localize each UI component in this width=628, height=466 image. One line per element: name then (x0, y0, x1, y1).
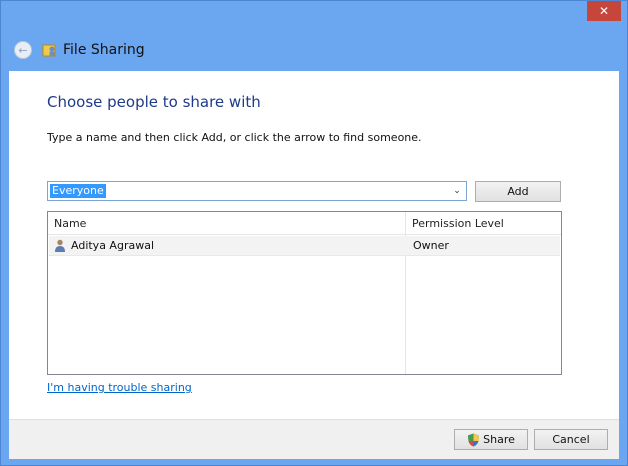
window-title: File Sharing (63, 42, 145, 58)
page-heading: Choose people to share with (47, 93, 261, 111)
combo-value[interactable]: Everyone (50, 184, 106, 198)
row-permission[interactable]: Owner (413, 239, 449, 252)
add-button[interactable]: Add (475, 181, 561, 202)
row-name: Aditya Agrawal (71, 239, 154, 252)
trouble-sharing-link[interactable]: I'm having trouble sharing (47, 381, 192, 394)
share-button[interactable]: Share (454, 429, 528, 450)
main-content: Choose people to share with Type a name … (9, 71, 619, 419)
list-header: Name Permission Level (48, 212, 561, 235)
dialog-footer: Share Cancel (9, 419, 619, 459)
back-button[interactable]: ← (14, 41, 32, 59)
window-header: ← File Sharing (1, 29, 627, 71)
user-icon (54, 239, 66, 252)
close-icon: ✕ (598, 4, 610, 18)
people-list[interactable]: Name Permission Level Aditya Agrawal Own… (47, 211, 562, 375)
file-sharing-icon (42, 42, 58, 58)
people-combobox[interactable]: Everyone ⌄ (47, 181, 467, 201)
column-header-permission[interactable]: Permission Level (412, 217, 504, 230)
uac-shield-icon (467, 433, 480, 447)
share-label: Share (483, 433, 515, 446)
back-arrow-icon: ← (18, 43, 28, 57)
column-header-name[interactable]: Name (54, 217, 86, 230)
chevron-down-icon[interactable]: ⌄ (451, 184, 463, 198)
list-item[interactable]: Aditya Agrawal Owner (49, 236, 560, 256)
close-button[interactable]: ✕ (587, 1, 621, 21)
cancel-button[interactable]: Cancel (534, 429, 608, 450)
instruction-text: Type a name and then click Add, or click… (47, 131, 422, 144)
file-sharing-window: ✕ ← File Sharing Choose people to share … (0, 0, 628, 466)
